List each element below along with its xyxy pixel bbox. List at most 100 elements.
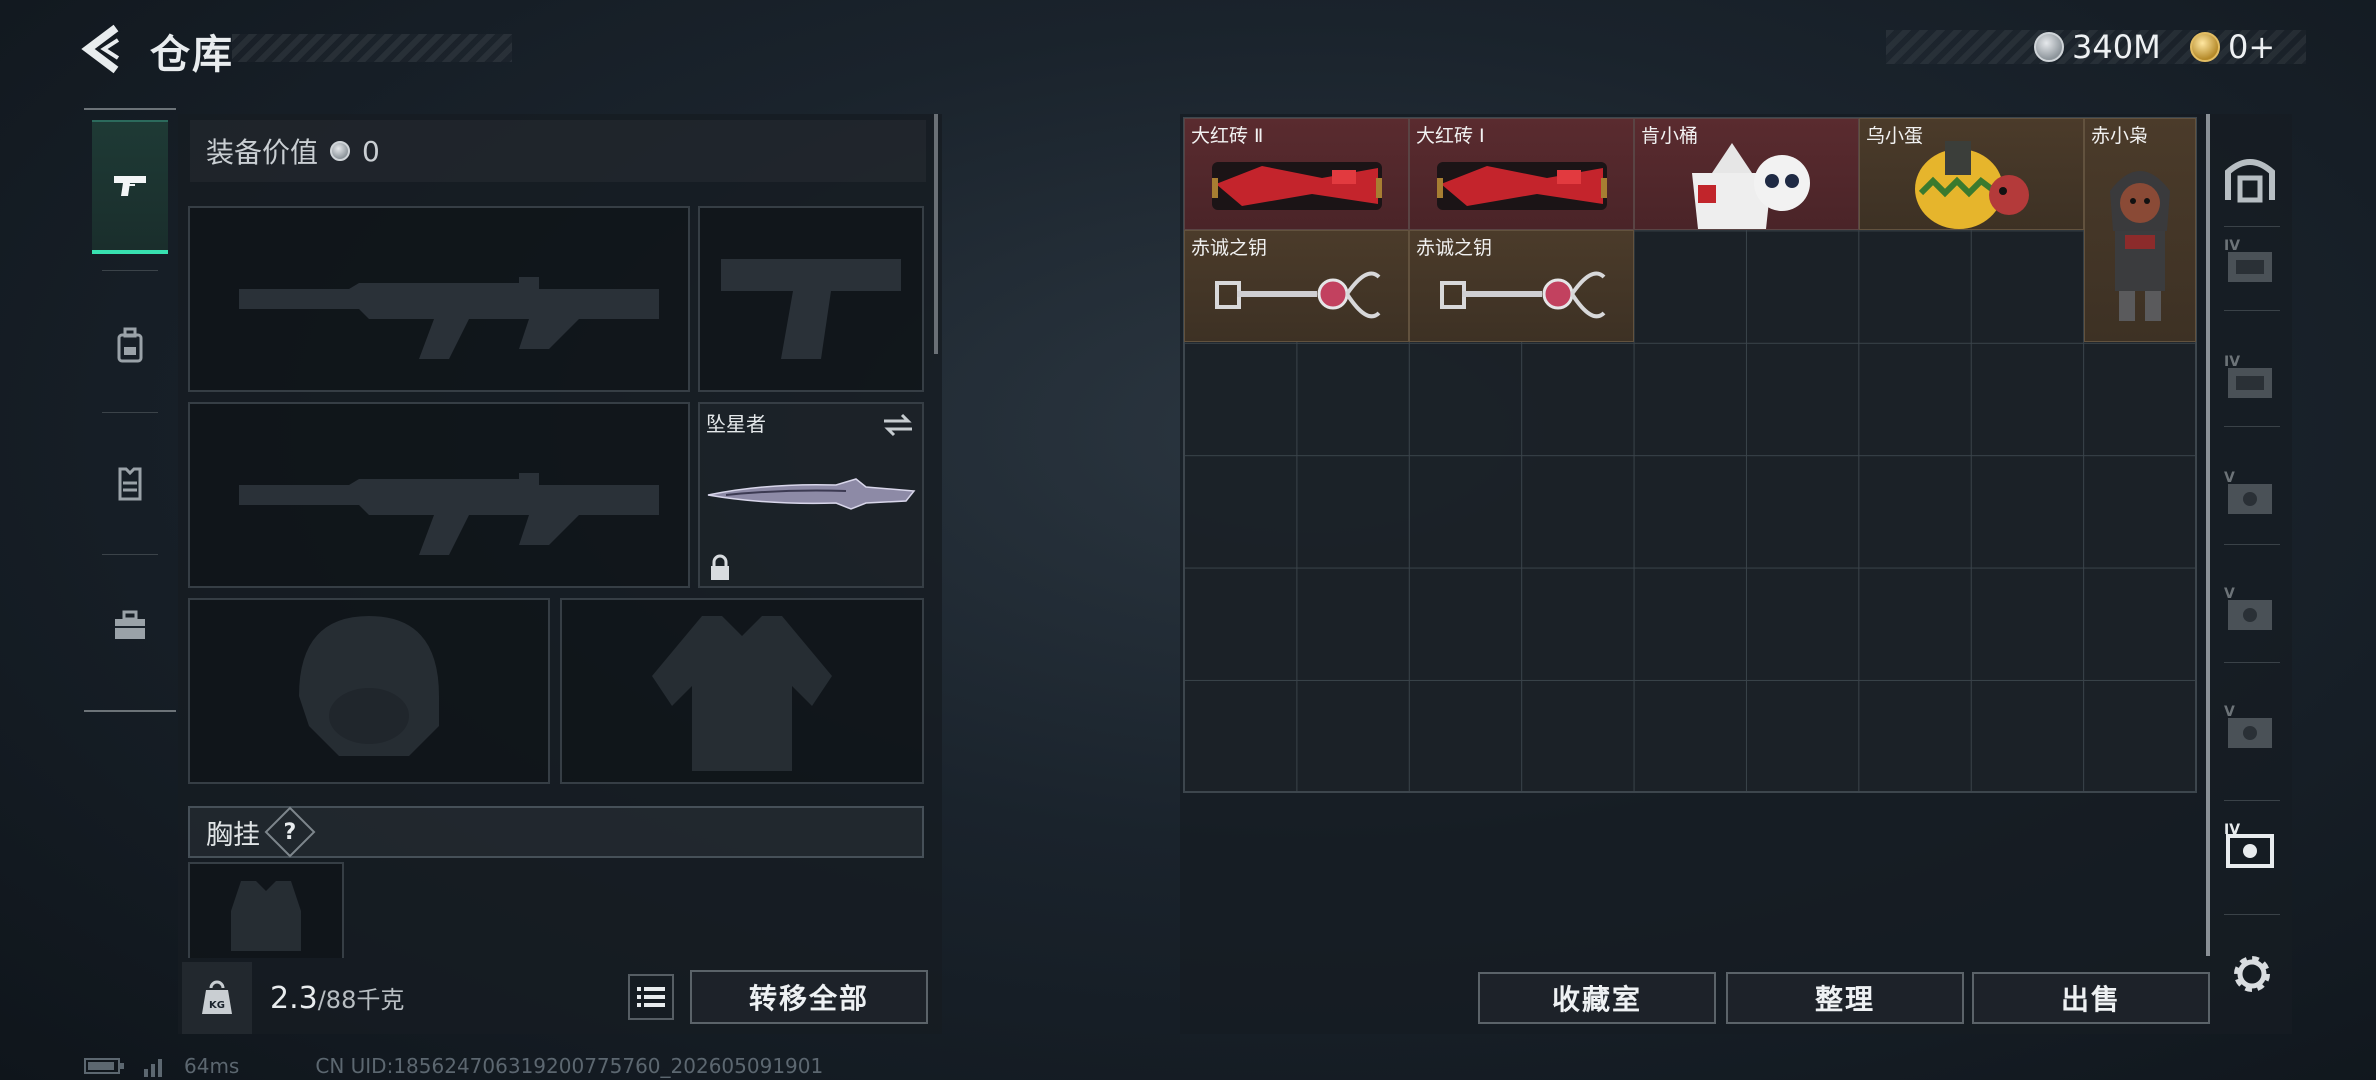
tab-backpack[interactable] [92,278,168,412]
tab-storage-page-6[interactable]: IV [2222,816,2278,876]
uid-text: CN UID:185624706319200775760_20260509190… [315,1054,824,1078]
tab-storage-page-3[interactable]: V [2222,464,2278,524]
knife-icon [707,478,916,510]
svg-text:V: V [2224,704,2235,720]
back-arrow-icon [81,24,120,74]
status-footer: 64ms CN UID:185624706319200775760_202605… [84,1054,823,1078]
helmet-slot[interactable] [188,598,550,784]
item-name: 赤诚之钥 [1416,237,1493,259]
armor-silhouette-icon [652,616,832,771]
signal-icon [144,1059,162,1077]
storage-item[interactable]: 大红砖 Ⅰ [1409,118,1634,230]
tab-storage-page-5[interactable]: V [2222,698,2278,758]
transfer-all-button[interactable]: 转移全部 [690,970,928,1024]
list-view-button[interactable] [628,974,674,1020]
melee-slot[interactable]: 坠星者 [698,402,924,588]
storage-item[interactable]: 大红砖 Ⅱ [1184,118,1409,230]
chest-rig-slot[interactable] [188,862,344,958]
item-name: 肯小桶 [1641,125,1699,147]
carry-weight: 2.3/88千克 [270,980,404,1016]
svg-text:V: V [2224,470,2235,486]
help-icon: ? [283,819,297,845]
sidearm-slot[interactable] [698,206,924,392]
carry-weight-max: /88千克 [317,986,405,1014]
primary-weapon-slot-1[interactable] [188,206,690,392]
equipment-value-label: 装备价值 [206,136,319,169]
lock-icon [711,554,729,580]
hooded-figure-icon [2110,171,2170,322]
item-name: 大红砖 Ⅰ [1416,125,1485,147]
organize-button[interactable]: 整理 [1726,972,1964,1024]
key-icon [1439,271,1605,319]
storage-item[interactable]: 肯小桶 [1634,118,1859,230]
storage-box-icon: IV [2224,354,2272,398]
svg-text:KG: KG [209,1000,225,1011]
title-decoration [232,34,512,62]
gold-currency[interactable]: 0+ [2190,28,2275,66]
backpack-icon [117,327,143,363]
rifle-silhouette-icon [239,473,659,555]
collection-room-button[interactable]: 收藏室 [1478,972,1716,1024]
chest-rig-header: 胸挂 ? [188,806,924,858]
tab-storage-page-1[interactable]: IV [2222,232,2278,292]
tab-vest[interactable] [92,416,168,550]
red-brick-case-icon [1211,161,1382,210]
equipment-scrollbar[interactable] [934,114,938,354]
equipment-side-tabs [84,108,176,712]
svg-text:IV: IV [2224,354,2240,370]
red-brick-case-icon [1436,161,1607,210]
silver-coin-icon [330,141,351,161]
equipment-value-header: 装备价值 0 [190,120,926,182]
body-armor-slot[interactable] [560,598,924,784]
tab-storage-page-2[interactable]: IV [2222,348,2278,408]
equipment-value: 0 [362,134,380,168]
item-name: 乌小蛋 [1866,125,1924,147]
chest-rig-silhouette-icon [231,881,301,951]
svg-text:V: V [2224,586,2235,602]
swap-icon[interactable] [882,412,914,438]
item-name: 赤小枭 [2091,125,2149,147]
tab-all-storage[interactable] [2222,148,2278,208]
storage-box-icon: IV [2224,238,2272,282]
back-button[interactable] [78,22,128,76]
toolbox-icon [115,610,145,639]
storage-box-icon: IV [2224,822,2274,868]
silver-currency[interactable]: 340M [2034,28,2161,66]
tab-storage-page-4[interactable]: V [2222,580,2278,640]
item-name: 大红砖 Ⅱ [1191,125,1264,147]
silver-currency-value: 340M [2072,28,2161,66]
primary-weapon-slot-2[interactable] [188,402,690,588]
storage-box-icon: V [2224,470,2272,514]
rifle-silhouette-icon [239,277,659,359]
melee-name: 坠星者 [706,412,766,436]
weight-box: KG [182,962,252,1034]
help-button[interactable]: ? [264,806,316,858]
tab-toolbox[interactable] [92,558,168,692]
storage-box-icon: V [2224,586,2272,630]
storage-item[interactable]: 乌小蛋 [1859,118,2084,230]
gold-coin-icon [2190,32,2220,62]
ping-text: 64ms [184,1054,240,1078]
storage-item[interactable]: 赤诚之钥 [1409,230,1634,342]
tab-weapons[interactable] [92,120,168,254]
gear-icon [2234,956,2270,992]
battery-icon [84,1058,124,1074]
list-icon [637,987,665,1007]
weight-icon: KG [202,980,232,1014]
carry-weight-current: 2.3 [270,981,318,1016]
storage-item[interactable]: 赤小枭 [2084,118,2196,342]
pistol-icon [114,176,146,196]
storage-item[interactable]: 赤诚之钥 [1184,230,1409,342]
settings-button[interactable] [2226,948,2278,1000]
vest-icon [118,467,142,501]
storage-home-icon [2225,159,2275,203]
chest-rig-label: 胸挂 [206,819,260,851]
helmet-silhouette-icon [299,616,439,756]
silver-coin-icon [2034,32,2064,62]
item-name: 赤诚之钥 [1191,237,1268,259]
storage-page-tabs: IV IV V V V IV [2208,114,2288,924]
sell-button[interactable]: 出售 [1972,972,2210,1024]
svg-text:IV: IV [2224,238,2240,254]
pistol-silhouette-icon [721,259,901,359]
storage-box-icon: V [2224,704,2272,748]
